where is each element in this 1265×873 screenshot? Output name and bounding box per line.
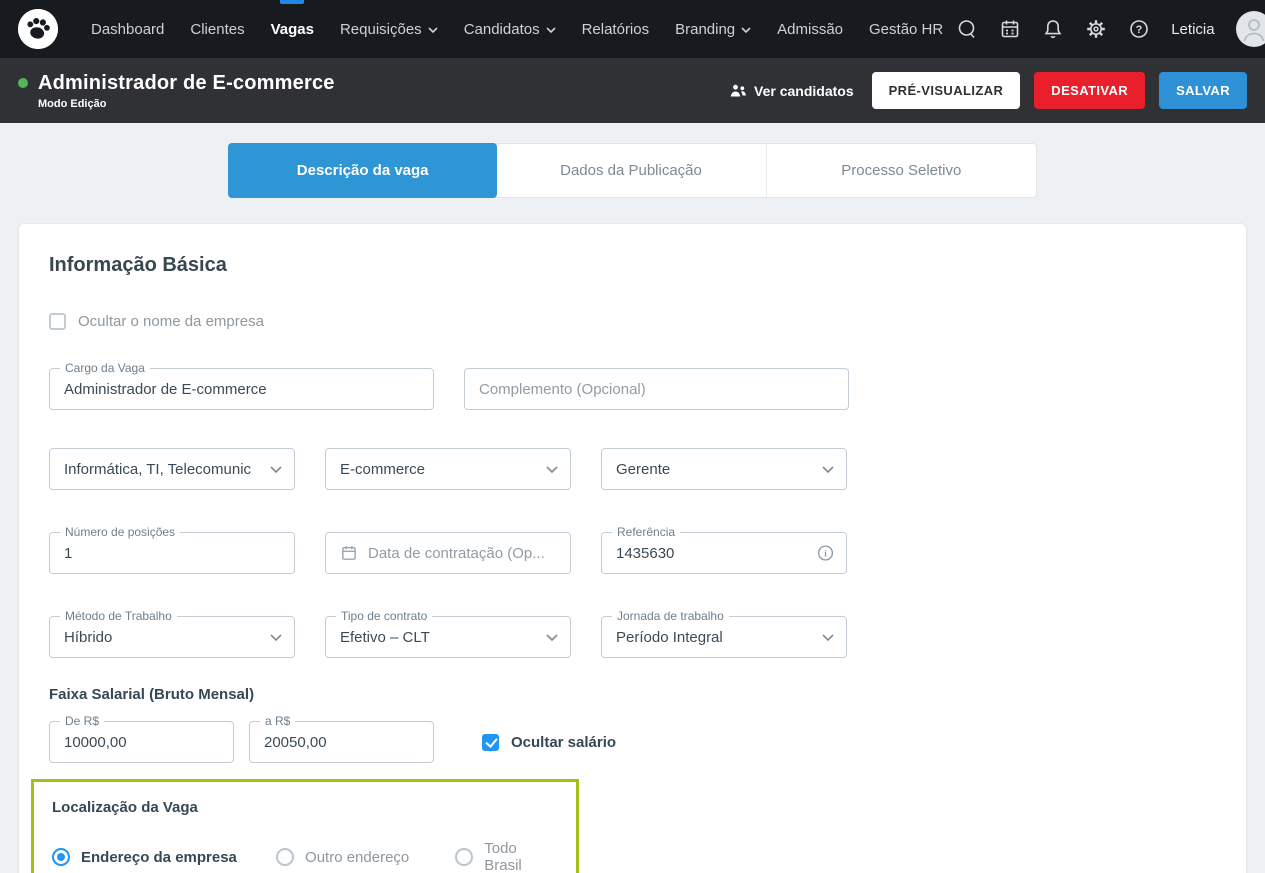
nav-item-requisicoes[interactable]: Requisições [327,0,451,58]
tabs-row: Descrição da vaga Dados da Publicação Pr… [0,143,1265,198]
tab-dados-da-publicacao[interactable]: Dados da Publicação [496,144,767,197]
ver-candidatos-button[interactable]: Ver candidatos [730,83,854,99]
edit-mode-label: Modo Edição [38,97,107,110]
nav-item-clientes[interactable]: Clientes [177,0,257,58]
save-button[interactable]: SALVAR [1159,72,1247,109]
chevron-down-icon [546,465,558,473]
salario-ate-input[interactable] [250,722,433,762]
nav-item-branding[interactable]: Branding [662,0,764,58]
complemento-field[interactable] [464,368,849,410]
area-select[interactable]: Informática, TI, Telecomunic [49,448,295,490]
job-title-bar: Administrador de E-commerce Modo Edição … [0,58,1265,123]
ocultar-salario-checkbox-row[interactable]: Ocultar salário [482,721,616,763]
nav-item-gestao-hr[interactable]: Gestão HR [856,0,956,58]
data-contratacao-placeholder: Data de contratação (Op... [368,544,545,562]
avatar[interactable] [1235,11,1265,47]
ocultar-salario-checkbox[interactable] [482,733,499,751]
nav-item-vagas[interactable]: Vagas [258,0,327,58]
nav-right: ? Leticia PT [956,11,1265,47]
chevron-down-icon [741,27,751,33]
tab-descricao-da-vaga[interactable]: Descrição da vaga [228,143,498,198]
nav-item-admissao[interactable]: Admissão [764,0,856,58]
gear-icon[interactable] [1085,18,1107,40]
top-navbar: Dashboard Clientes Vagas Requisições Can… [0,0,1265,58]
svg-text:i: i [824,548,827,558]
info-icon[interactable]: i [817,545,834,562]
chevron-down-icon [270,465,282,473]
tipo-contrato-select[interactable]: Tipo de contrato Efetivo – CLT [325,609,571,658]
people-icon [730,84,746,96]
calendar-icon [340,544,358,562]
radio-button[interactable] [52,848,70,866]
calendar-icon[interactable] [999,18,1021,40]
deactivate-button[interactable]: DESATIVAR [1034,72,1146,109]
faixa-salarial-title: Faixa Salarial (Bruto Mensal) [49,686,255,703]
nav-item-dashboard[interactable]: Dashboard [78,0,177,58]
hide-company-checkbox[interactable] [49,313,66,330]
cargo-da-vaga-input[interactable] [50,369,433,409]
hide-company-checkbox-row[interactable]: Ocultar o nome da empresa [49,313,1216,330]
bell-icon[interactable] [1042,18,1064,40]
salario-de-field[interactable]: De R$ [49,714,234,763]
main-nav: Dashboard Clientes Vagas Requisições Can… [78,0,956,58]
chevron-down-icon [546,633,558,641]
nivel-select[interactable]: Gerente [601,448,847,490]
title-actions: Ver candidatos PRÉ-VISUALIZAR DESATIVAR … [730,72,1247,109]
radio-endereco-da-empresa[interactable]: Endereço da empresa [52,848,276,866]
nav-item-relatorios[interactable]: Relatórios [569,0,663,58]
svg-text:?: ? [1136,24,1143,36]
subarea-select[interactable]: E-commerce [325,448,571,490]
section-title: Informação Básica [49,254,227,276]
chevron-down-icon [546,27,556,33]
salario-de-input[interactable] [50,722,233,762]
chevron-down-icon [822,633,834,641]
jornada-trabalho-select[interactable]: Jornada de trabalho Período Integral [601,609,847,658]
localizacao-title: Localização da Vaga [52,799,198,816]
localizacao-highlight-box: Localização da Vaga Endereço da empresa … [31,779,579,873]
salario-ate-field[interactable]: a R$ [249,714,434,763]
help-icon[interactable]: ? [1128,18,1150,40]
chevron-down-icon [822,465,834,473]
chevron-down-icon [270,633,282,641]
paw-icon [18,9,58,49]
referencia-input[interactable] [602,533,846,573]
data-contratacao-field[interactable]: Data de contratação (Op... [325,532,571,574]
preview-button[interactable]: PRÉ-VISUALIZAR [871,72,1021,109]
numero-posicoes-input[interactable] [50,533,294,573]
numero-posicoes-field[interactable]: Número de posições [49,525,295,574]
status-dot [18,78,28,88]
radio-button[interactable] [276,848,295,866]
radio-todo-brasil[interactable]: Todo Brasil [455,840,558,873]
tab-processo-seletivo[interactable]: Processo Seletivo [767,144,1036,197]
cargo-da-vaga-field[interactable]: Cargo da Vaga [49,361,434,410]
chevron-down-icon [428,27,438,33]
nav-item-candidatos[interactable]: Candidatos [451,0,569,58]
page-title: Administrador de E-commerce [38,71,335,94]
paw-logo[interactable] [18,9,58,49]
complemento-input[interactable] [465,369,848,409]
chat-icon[interactable] [956,18,978,40]
cargo-da-vaga-label: Cargo da Vaga [60,361,150,375]
referencia-field[interactable]: Referência i [601,525,847,574]
radio-outro-endereco[interactable]: Outro endereço [276,848,455,866]
job-form-card: Informação Básica Ocultar o nome da empr… [18,223,1247,873]
metodo-trabalho-select[interactable]: Método de Trabalho Híbrido [49,609,295,658]
radio-button[interactable] [455,848,474,866]
user-name: Leticia [1171,20,1215,38]
